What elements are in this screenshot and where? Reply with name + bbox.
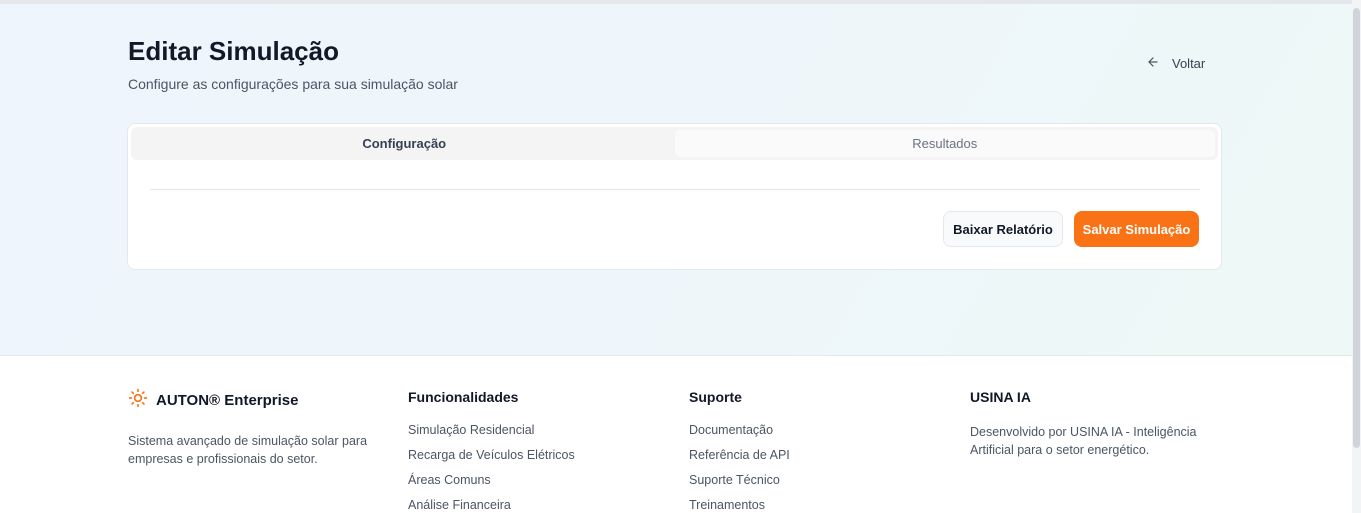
features-list: Simulação Residencial Recarga de Veículo… bbox=[408, 423, 575, 513]
footer-link-recarga-veiculos[interactable]: Recarga de Veículos Elétricos bbox=[408, 448, 575, 473]
page-subtitle: Configure as configurações para sua simu… bbox=[128, 76, 458, 92]
arrow-left-icon bbox=[1146, 55, 1160, 72]
footer-link-simulacao-residencial[interactable]: Simulação Residencial bbox=[408, 423, 575, 448]
sun-icon bbox=[128, 388, 148, 413]
page-header-section: Editar Simulação Configure as configuraç… bbox=[0, 4, 1352, 356]
divider bbox=[150, 189, 1200, 190]
simulation-card: Configuração Resultados Baixar Relatório… bbox=[127, 123, 1222, 270]
tab-configuracao[interactable]: Configuração bbox=[134, 130, 675, 157]
support-list: Documentação Referência de API Suporte T… bbox=[689, 423, 790, 513]
support-title: Suporte bbox=[689, 389, 742, 405]
footer-link-analise-financeira[interactable]: Análise Financeira bbox=[408, 498, 575, 513]
back-button-label: Voltar bbox=[1172, 55, 1206, 71]
features-title: Funcionalidades bbox=[408, 389, 519, 405]
footer-brand-column: AUTON® Enterprise Sistema avançado de si… bbox=[128, 357, 368, 468]
brand-description: Sistema avançado de simulação solar para… bbox=[128, 434, 368, 466]
footer-usina-column: USINA IA Desenvolvido por USINA IA - Int… bbox=[970, 357, 1210, 459]
brand: AUTON® Enterprise bbox=[128, 388, 368, 413]
brand-name: AUTON® Enterprise bbox=[156, 392, 299, 409]
scrollbar-thumb[interactable] bbox=[1353, 8, 1360, 448]
save-simulation-button[interactable]: Salvar Simulação bbox=[1074, 211, 1199, 247]
tab-list: Configuração Resultados bbox=[131, 127, 1218, 160]
download-report-button[interactable]: Baixar Relatório bbox=[943, 211, 1063, 247]
footer-link-treinamentos[interactable]: Treinamentos bbox=[689, 498, 790, 513]
footer-link-areas-comuns[interactable]: Áreas Comuns bbox=[408, 473, 575, 498]
usina-title: USINA IA bbox=[970, 389, 1031, 405]
footer: AUTON® Enterprise Sistema avançado de si… bbox=[0, 357, 1352, 513]
footer-link-documentacao[interactable]: Documentação bbox=[689, 423, 790, 448]
footer-features-column: Funcionalidades Simulação Residencial Re… bbox=[408, 357, 575, 513]
usina-description: Desenvolvido por USINA IA - Inteligência… bbox=[970, 425, 1197, 457]
scrollbar-track[interactable] bbox=[1352, 0, 1361, 513]
footer-support-column: Suporte Documentação Referência de API S… bbox=[689, 357, 790, 513]
back-button[interactable]: Voltar bbox=[1136, 50, 1215, 76]
footer-link-referencia-api[interactable]: Referência de API bbox=[689, 448, 790, 473]
page-title: Editar Simulação bbox=[128, 36, 339, 66]
tab-resultados[interactable]: Resultados bbox=[674, 130, 1215, 157]
footer-link-suporte-tecnico[interactable]: Suporte Técnico bbox=[689, 473, 790, 498]
